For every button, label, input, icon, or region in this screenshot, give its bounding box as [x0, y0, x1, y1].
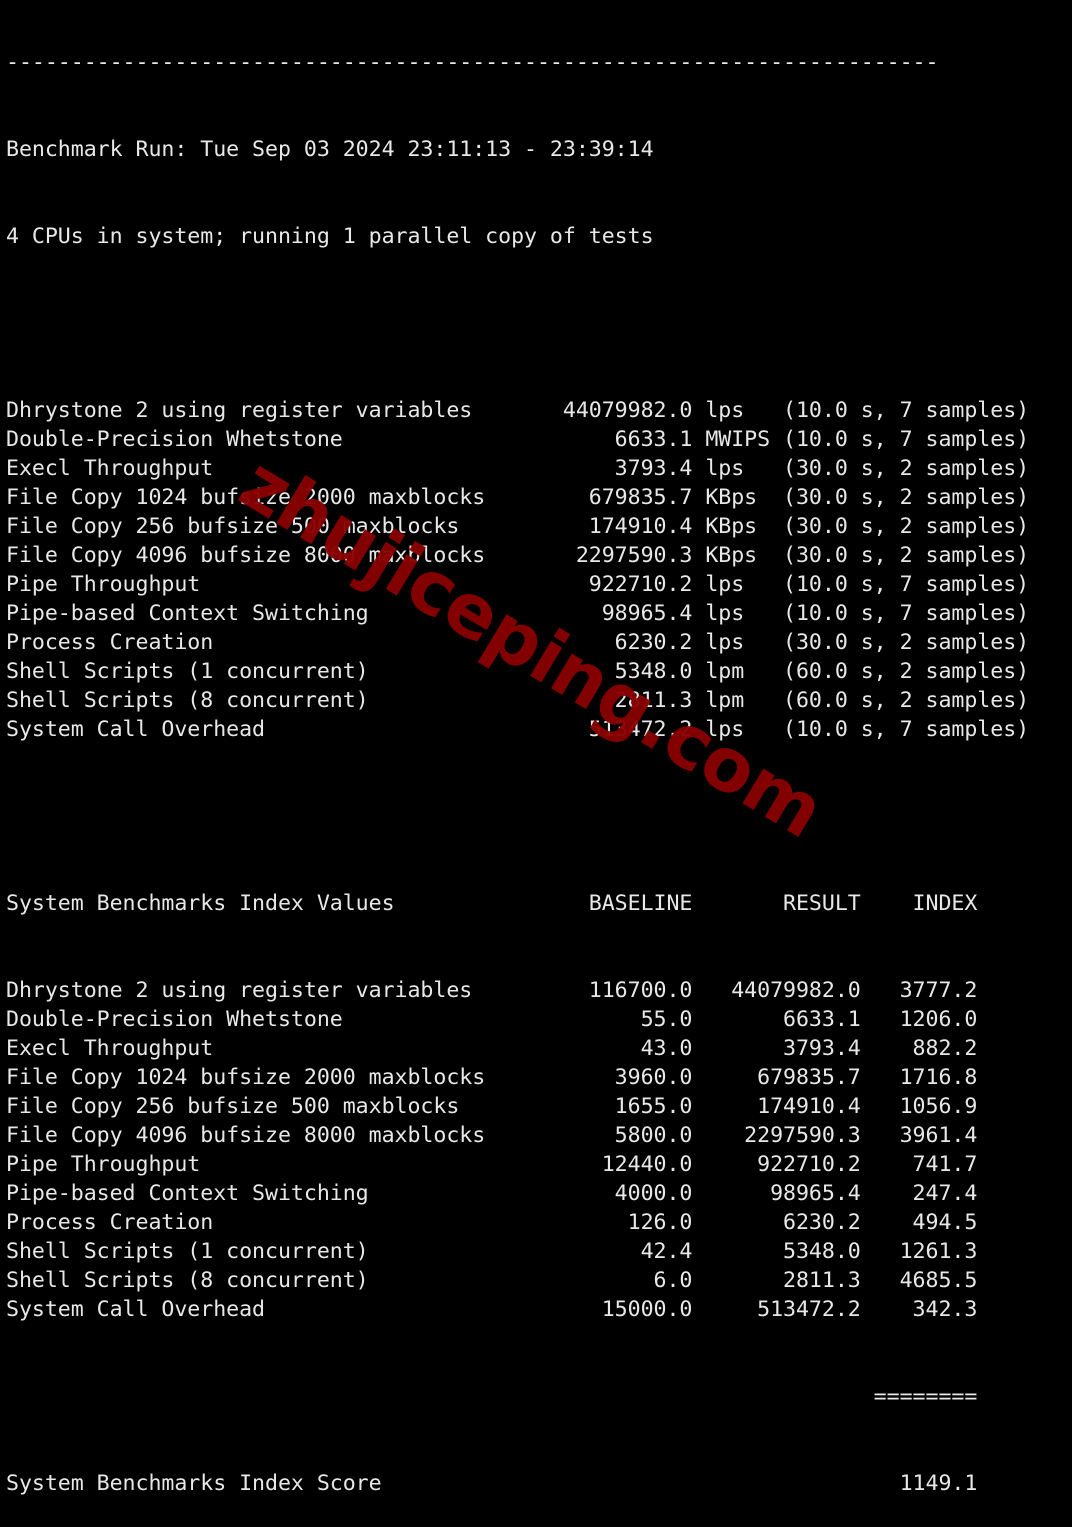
test-result-row: Process Creation 6230.2 lps (30.0 s, 2 s… — [6, 630, 1030, 655]
separator-line: ----------------------------------------… — [6, 50, 939, 75]
test-result-row: System Call Overhead 513472.2 lps (10.0 … — [6, 717, 1030, 742]
test-result-row: File Copy 1024 bufsize 2000 maxblocks 67… — [6, 485, 1030, 510]
index-table-row: File Copy 4096 bufsize 8000 maxblocks 58… — [6, 1123, 978, 1148]
index-table-row: File Copy 1024 bufsize 2000 maxblocks 39… — [6, 1065, 978, 1090]
total-rule-line: ======== — [6, 1384, 978, 1409]
index-table-row: Pipe-based Context Switching 4000.0 9896… — [6, 1181, 978, 1206]
index-table-row: File Copy 256 bufsize 500 maxblocks 1655… — [6, 1094, 978, 1119]
index-table-row: Dhrystone 2 using register variables 116… — [6, 978, 978, 1003]
test-result-row: Pipe Throughput 922710.2 lps (10.0 s, 7 … — [6, 572, 1030, 597]
index-table-row: Execl Throughput 43.0 3793.4 882.2 — [6, 1036, 978, 1061]
index-table-row: Shell Scripts (8 concurrent) 6.0 2811.3 … — [6, 1268, 978, 1293]
test-result-row: Double-Precision Whetstone 6633.1 MWIPS … — [6, 427, 1030, 452]
cpu-info-line: 4 CPUs in system; running 1 parallel cop… — [6, 224, 654, 249]
index-header-line: System Benchmarks Index Values BASELINE … — [6, 891, 978, 916]
test-result-row: File Copy 4096 bufsize 8000 maxblocks 22… — [6, 543, 1030, 568]
benchmark-run-line: Benchmark Run: Tue Sep 03 2024 23:11:13 … — [6, 137, 654, 162]
test-result-row: File Copy 256 bufsize 500 maxblocks 1749… — [6, 514, 1030, 539]
test-result-row: Execl Throughput 3793.4 lps (30.0 s, 2 s… — [6, 456, 1030, 481]
test-result-row: Shell Scripts (8 concurrent) 2811.3 lpm … — [6, 688, 1030, 713]
index-values-table: Dhrystone 2 using register variables 116… — [6, 976, 1029, 1324]
index-table-row: Pipe Throughput 12440.0 922710.2 741.7 — [6, 1152, 978, 1177]
index-table-row: Double-Precision Whetstone 55.0 6633.1 1… — [6, 1007, 978, 1032]
index-table-row: System Call Overhead 15000.0 513472.2 34… — [6, 1297, 978, 1322]
test-result-row: Dhrystone 2 using register variables 440… — [6, 398, 1030, 423]
index-score-line: System Benchmarks Index Score 1149.1 — [6, 1471, 978, 1496]
test-result-row: Shell Scripts (1 concurrent) 5348.0 lpm … — [6, 659, 1030, 684]
terminal-output: ----------------------------------------… — [6, 0, 1029, 1527]
test-result-row: Pipe-based Context Switching 98965.4 lps… — [6, 601, 1030, 626]
index-table-row: Process Creation 126.0 6230.2 494.5 — [6, 1210, 978, 1235]
index-table-row: Shell Scripts (1 concurrent) 42.4 5348.0… — [6, 1239, 978, 1264]
test-results: Dhrystone 2 using register variables 440… — [6, 396, 1029, 744]
